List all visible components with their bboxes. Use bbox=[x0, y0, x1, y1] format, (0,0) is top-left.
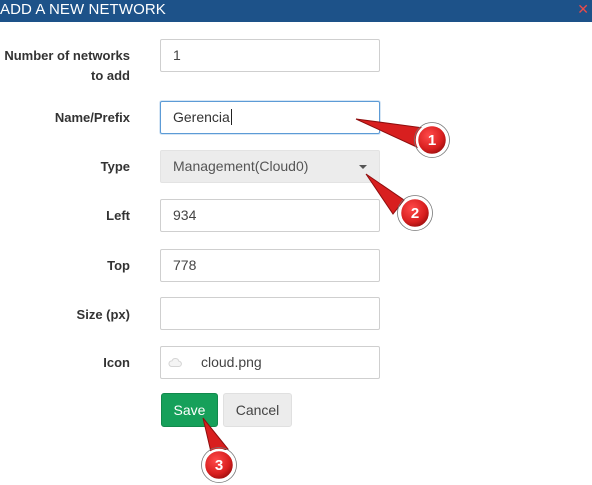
annotation-number: 3 bbox=[215, 457, 223, 474]
network-count-input[interactable]: 1 bbox=[160, 39, 380, 72]
cancel-button[interactable]: Cancel bbox=[223, 393, 292, 427]
dialog-titlebar: ADD A NEW NETWORK ✕ bbox=[0, 0, 592, 22]
size-input[interactable] bbox=[160, 297, 380, 330]
top-input[interactable]: 778 bbox=[160, 249, 380, 282]
name-prefix-input[interactable]: Gerencia bbox=[160, 101, 380, 134]
annotation-number: 2 bbox=[411, 205, 419, 222]
name-prefix-label: Name/Prefix bbox=[54, 110, 130, 125]
type-select-value: Management(Cloud0) bbox=[173, 158, 309, 174]
icon-label: Icon bbox=[103, 355, 130, 370]
left-input[interactable]: 934 bbox=[160, 199, 380, 232]
size-label: Size (px) bbox=[76, 307, 130, 322]
caret-down-icon bbox=[359, 165, 367, 169]
cloud-icon bbox=[168, 358, 182, 367]
add-network-dialog: ADD A NEW NETWORK ✕ Number of networks t… bbox=[0, 0, 592, 485]
type-select[interactable]: Management(Cloud0) bbox=[160, 150, 380, 183]
name-prefix-value: Gerencia bbox=[173, 109, 230, 125]
icon-select[interactable]: cloud.png bbox=[160, 346, 380, 379]
type-label: Type bbox=[100, 159, 130, 174]
text-cursor bbox=[230, 109, 232, 125]
save-button[interactable]: Save bbox=[161, 393, 218, 427]
count-label: Number of networks to add bbox=[4, 48, 130, 83]
top-label: Top bbox=[107, 258, 130, 273]
left-label: Left bbox=[106, 208, 130, 223]
dialog-title: ADD A NEW NETWORK bbox=[0, 1, 166, 18]
annotation-marker-3: 3 bbox=[201, 417, 237, 483]
close-icon[interactable]: ✕ bbox=[577, 0, 589, 18]
annotation-number: 1 bbox=[428, 132, 436, 149]
icon-file-name: cloud.png bbox=[201, 354, 262, 370]
